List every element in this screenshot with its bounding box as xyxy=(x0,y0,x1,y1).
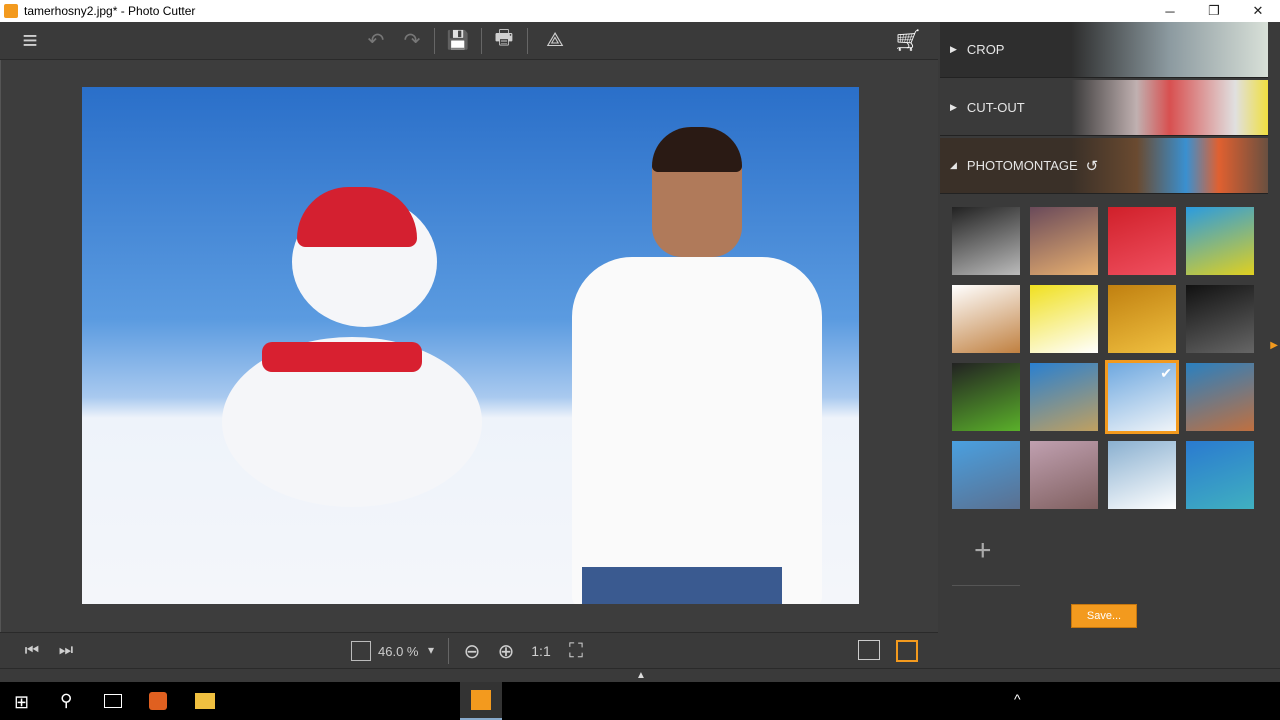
section-label: CUT-OUT xyxy=(966,100,1025,115)
background-thumbnail[interactable] xyxy=(1030,207,1098,275)
divider xyxy=(952,585,1020,586)
undo-icon[interactable]: ↶ xyxy=(362,26,390,54)
share-icon[interactable]: ⟁ xyxy=(537,26,573,54)
background-thumbnail[interactable] xyxy=(1108,207,1176,275)
background-thumbnail[interactable] xyxy=(1186,285,1254,353)
section-label: PHOTOMONTAGE xyxy=(966,158,1078,173)
background-thumbnail[interactable] xyxy=(1108,285,1176,353)
background-thumbnail[interactable] xyxy=(1030,441,1098,509)
fit-screen-icon[interactable]: ⛶ xyxy=(562,637,590,665)
file-explorer-icon[interactable] xyxy=(195,693,215,709)
toolbar: ≡ ↶ ↷ 💾 🖶 ⟁ 🛒 xyxy=(0,22,938,60)
start-icon[interactable]: ⊞ xyxy=(14,692,29,713)
window-title: tamerhosny2.jpg* - Photo Cutter xyxy=(24,4,196,18)
menu-icon[interactable]: ≡ xyxy=(16,25,44,55)
section-label: CROP xyxy=(966,42,1005,57)
zoom-dropdown-icon[interactable]: ▾ xyxy=(428,643,434,657)
background-thumbnails: ✔ xyxy=(952,207,1254,509)
last-image-icon[interactable]: ⏭ xyxy=(52,637,80,665)
export-icon[interactable] xyxy=(858,640,880,660)
background-thumbnail[interactable] xyxy=(1108,441,1176,509)
photo-cutter-taskbar-button[interactable] xyxy=(460,682,502,720)
photo-cutter-icon xyxy=(471,690,491,710)
save-icon[interactable]: 💾 xyxy=(444,26,472,54)
section-crop[interactable]: ▶ CROP xyxy=(940,22,1268,78)
right-panel: ▶ CROP ▶ CUT-OUT ◢ PHOTOMONTAGE ↺ ✔ + Sa… xyxy=(938,22,1280,668)
save-label: Save... xyxy=(1086,610,1122,622)
toggle-panel-icon[interactable] xyxy=(896,640,918,662)
snowman-hat xyxy=(297,187,417,247)
restore-button[interactable]: ❐ xyxy=(1192,0,1236,22)
image-canvas[interactable] xyxy=(0,60,938,632)
add-background-icon[interactable]: + xyxy=(974,534,992,568)
section-cut-out[interactable]: ▶ CUT-OUT xyxy=(940,80,1268,136)
background-thumbnail[interactable]: ✔ xyxy=(1105,360,1179,434)
minimize-button[interactable]: ─ xyxy=(1148,0,1192,22)
collapse-handle[interactable]: ▲ xyxy=(0,668,1280,682)
background-thumbnail[interactable] xyxy=(1186,207,1254,275)
taskbar: ⊞ ⚲ ^ xyxy=(0,682,1280,720)
panel-arrow-icon[interactable]: ▶ xyxy=(1270,340,1278,351)
background-thumbnail[interactable] xyxy=(1030,285,1098,353)
redo-icon[interactable]: ↷ xyxy=(398,26,426,54)
background-thumbnail[interactable] xyxy=(952,441,1020,509)
zoom-level[interactable]: 46.0 % xyxy=(378,644,418,659)
search-icon[interactable]: ⚲ xyxy=(60,691,72,711)
zoom-in-icon[interactable]: ⊕ xyxy=(492,637,520,665)
actual-size-icon[interactable]: 1:1 xyxy=(527,637,555,665)
show-hidden-icons[interactable]: ^ xyxy=(1014,691,1021,707)
app-icon xyxy=(4,4,18,18)
person-cutout xyxy=(552,127,822,604)
section-photomontage[interactable]: ◢ PHOTOMONTAGE ↺ xyxy=(940,138,1268,194)
cart-icon[interactable]: 🛒 xyxy=(893,26,923,54)
photo-preview[interactable] xyxy=(82,87,859,604)
background-thumbnail[interactable] xyxy=(952,363,1020,431)
zoom-out-icon[interactable]: ⊖ xyxy=(458,637,486,665)
save-button[interactable]: Save... xyxy=(1071,604,1137,628)
expand-arrow-icon: ▶ xyxy=(950,44,957,54)
title-bar: tamerhosny2.jpg* - Photo Cutter ─ ❐ ✕ xyxy=(0,0,1280,22)
background-thumbnail[interactable] xyxy=(1186,363,1254,431)
background-thumbnail[interactable] xyxy=(1030,363,1098,431)
selected-check-icon: ✔ xyxy=(1160,365,1172,381)
collapse-arrow-icon[interactable]: ▲ xyxy=(636,670,646,681)
snowman-scarf xyxy=(262,342,422,372)
background-thumbnail[interactable] xyxy=(1186,441,1254,509)
bottom-bar: ⏮ ⏭ 46.0 % ▾ ⊖ ⊕ 1:1 ⛶ xyxy=(0,632,938,668)
collapse-arrow-icon: ◢ xyxy=(950,160,957,170)
reset-icon[interactable]: ↺ xyxy=(1086,157,1099,175)
close-button[interactable]: ✕ xyxy=(1236,0,1280,22)
media-app-icon[interactable] xyxy=(149,692,167,710)
task-view-icon[interactable] xyxy=(104,694,122,708)
expand-arrow-icon: ▶ xyxy=(950,102,957,112)
zoom-frame-icon xyxy=(351,641,371,661)
first-image-icon[interactable]: ⏮ xyxy=(18,637,46,665)
background-thumbnail[interactable] xyxy=(952,285,1020,353)
background-thumbnail[interactable] xyxy=(952,207,1020,275)
print-icon[interactable]: 🖶 xyxy=(490,26,518,54)
